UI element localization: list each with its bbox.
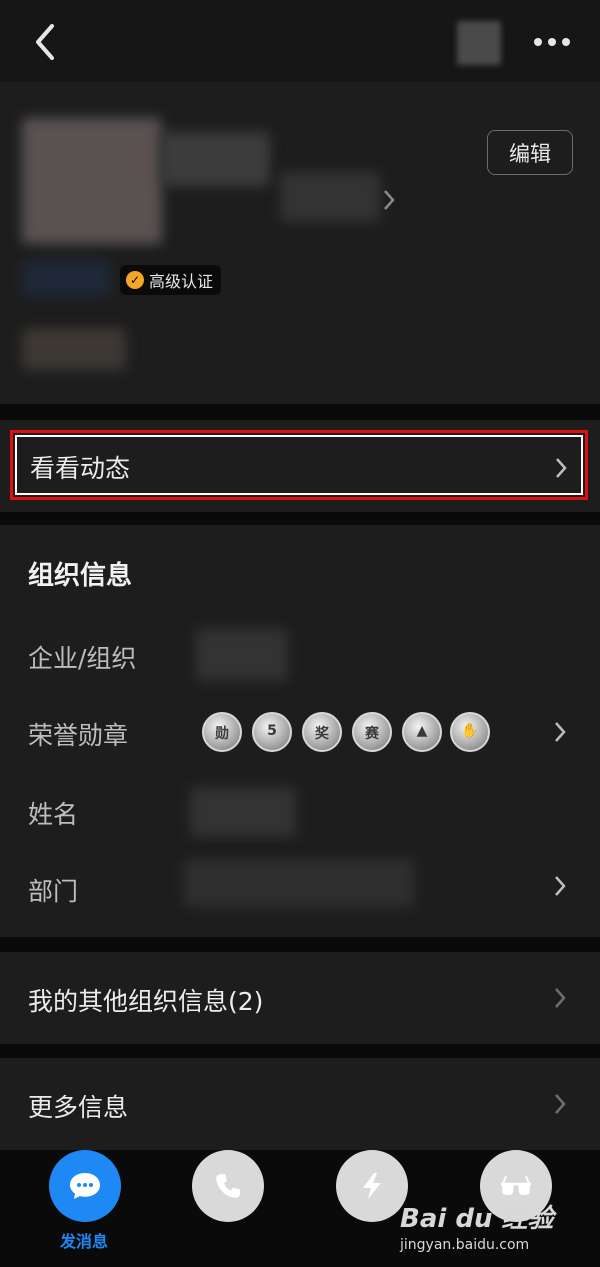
chevron-right-icon [556, 458, 567, 478]
top-bar [0, 0, 600, 82]
department-value-blurred [184, 859, 414, 907]
other-org-label: 我的其他组织信息(2) [28, 987, 264, 1016]
medal-icon: 奖 [302, 712, 342, 752]
view-feed-label: 看看动态 [30, 454, 131, 483]
name-row-label: 姓名 [28, 800, 79, 829]
medals-row-label: 荣誉勋章 [28, 721, 129, 750]
more-button[interactable] [530, 36, 574, 48]
profile-tag-blurred [22, 260, 110, 296]
ding-button[interactable] [336, 1150, 408, 1222]
section-title: 组织信息 [28, 561, 133, 591]
phone-icon [216, 1174, 240, 1198]
other-org-info-row[interactable]: 我的其他组织信息(2) [0, 952, 600, 1044]
lightning-icon [363, 1173, 381, 1199]
glasses-icon [501, 1175, 531, 1195]
org-value-blurred [196, 629, 288, 681]
verification-badge[interactable]: ✓ 高级认证 [120, 265, 222, 295]
verified-check-icon: ✓ [126, 271, 144, 289]
chevron-right-icon[interactable] [552, 719, 568, 745]
watermark-url: jingyan.baidu.com [400, 1237, 530, 1253]
profile-subtitle-blurred [280, 172, 380, 222]
chevron-right-icon [555, 988, 566, 1008]
send-message-label: 发消息 [60, 1232, 109, 1251]
department-row-label: 部门 [28, 877, 79, 906]
organization-info-section: 组织信息 企业/组织 荣誉勋章 勋 5 奖 赛 ▲ ✋ 姓名 部门 [0, 525, 600, 937]
chevron-left-icon [36, 24, 54, 60]
chat-bubble-icon [70, 1173, 100, 1199]
medal-icon: ✋ [450, 712, 490, 752]
name-value-blurred [190, 787, 296, 837]
verification-label: 高级认证 [149, 272, 214, 291]
back-button[interactable] [30, 22, 64, 62]
chevron-right-icon[interactable] [552, 873, 568, 899]
avatar-thumbnail[interactable] [457, 21, 501, 65]
medal-icon: 勋 [202, 712, 242, 752]
medal-icon: ▲ [402, 712, 442, 752]
profile-name-blurred [160, 132, 270, 186]
highlight-box: 看看动态 [10, 430, 588, 500]
avatar[interactable] [22, 118, 162, 244]
baidu-watermark: Bai du 经验 jingyan.baidu.com [400, 1198, 590, 1258]
chevron-right-icon[interactable] [380, 187, 398, 213]
send-message-button[interactable] [49, 1150, 121, 1222]
edit-button[interactable]: 编辑 [487, 130, 573, 175]
profile-extra-blurred [22, 328, 126, 370]
call-button[interactable] [192, 1150, 264, 1222]
medal-icon: 赛 [352, 712, 392, 752]
more-dots-icon [534, 38, 542, 46]
chevron-right-icon [555, 1094, 566, 1114]
view-feed-row[interactable]: 看看动态 [0, 420, 600, 512]
more-info-row[interactable]: 更多信息 [0, 1058, 600, 1150]
profile-card: 编辑 ✓ 高级认证 [0, 82, 600, 404]
more-info-label: 更多信息 [28, 1093, 129, 1122]
medal-icon: 5 [252, 712, 292, 752]
watermark-brand: Bai du 经验 [400, 1204, 554, 1234]
org-row-label: 企业/组织 [28, 644, 137, 673]
